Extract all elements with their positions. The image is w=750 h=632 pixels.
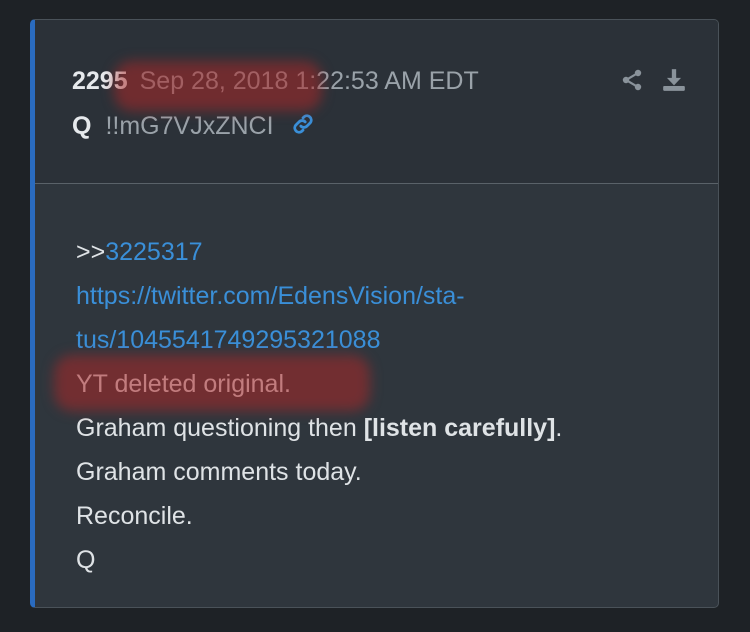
message-signature: Q (76, 546, 96, 574)
post-timestamp: Sep 28, 2018 1:22:53 AM EDT (139, 67, 479, 95)
link-icon[interactable] (290, 111, 316, 144)
author-name: Q (72, 112, 92, 140)
graham-bold-text: [listen carefully] (363, 414, 556, 442)
post-body: >>3225317 https://twitter.com/EdensVisio… (76, 230, 562, 582)
post-actions (618, 66, 688, 94)
post-meta-row: 2295 Sep 28, 2018 1:22:53 AM EDT (72, 66, 479, 96)
graham-period: . (555, 414, 563, 442)
tripcode: !!mG7VJxZNCI (105, 112, 274, 140)
reply-link[interactable]: 3225317 (105, 238, 202, 266)
twitter-url-part-1[interactable]: https://twitter.com/EdensVision/sta- (76, 282, 465, 310)
post-number: 2295 (72, 67, 128, 95)
post-header: 2295 Sep 28, 2018 1:22:53 AM EDT Q !!mG7VJ… (35, 20, 718, 184)
message-line-yt: YT deleted original. (76, 370, 291, 398)
message-line-comments: Graham comments today. (76, 458, 362, 486)
author-row: Q !!mG7VJxZNCI (72, 111, 316, 144)
post-card: 2295 Sep 28, 2018 1:22:53 AM EDT Q !!mG7VJ… (30, 19, 719, 608)
share-icon[interactable] (618, 66, 646, 94)
message-line-graham: Graham questioning then [listen carefull… (76, 406, 562, 450)
reply-line: >>3225317 (76, 230, 562, 274)
url-line-1: https://twitter.com/EdensVision/sta- (76, 274, 562, 318)
url-line-2: tus/1045541749295321088 (76, 318, 562, 362)
reply-prefix: >> (76, 238, 106, 266)
message-line-reconcile: Reconcile. (76, 502, 193, 530)
twitter-url-part-2[interactable]: tus/1045541749295321088 (76, 326, 380, 354)
graham-text: Graham questioning then (76, 414, 364, 442)
download-icon[interactable] (660, 66, 688, 94)
